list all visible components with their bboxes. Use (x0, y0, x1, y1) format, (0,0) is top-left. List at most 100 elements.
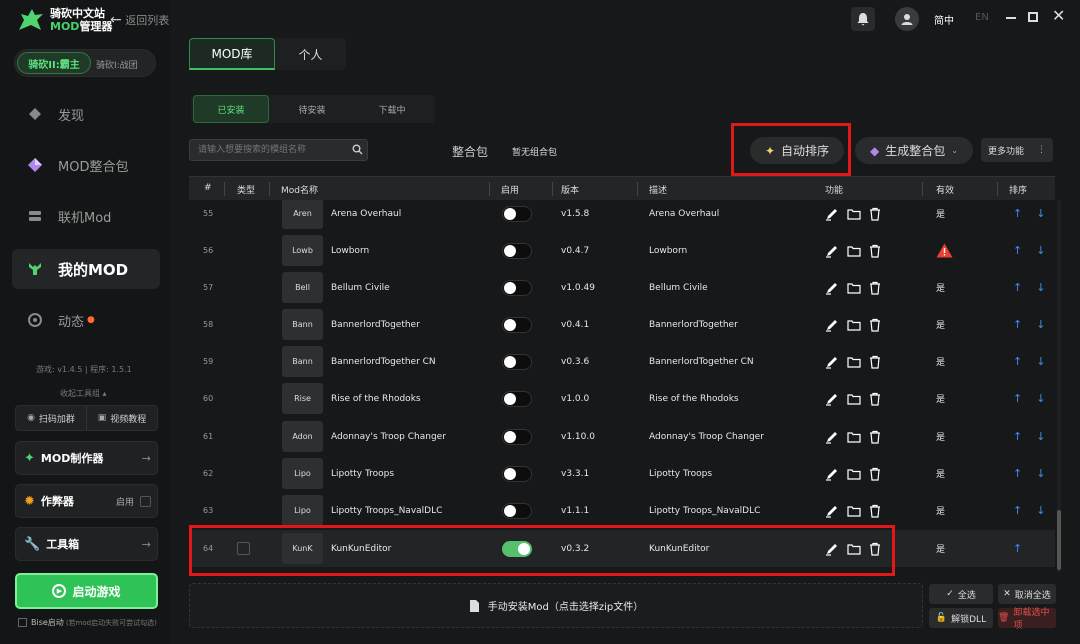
enable-toggle[interactable] (502, 280, 532, 296)
maximize-button[interactable] (1028, 12, 1038, 22)
enable-toggle[interactable] (502, 429, 532, 445)
video-tutorial-button[interactable]: ▣ 视频教程 (87, 406, 157, 430)
arrow-up-icon[interactable]: ↑ (1013, 504, 1022, 517)
table-row[interactable]: 63 Lipo Lipotty Troops_NavalDLC v1.1.1 Lipot… (189, 492, 1055, 529)
more-functions-button[interactable]: 更多功能 ⋮ (981, 138, 1053, 162)
table-row[interactable]: 61 Adon Adonnay's Troop Changer v1.10.0 Adon… (189, 418, 1055, 455)
arrow-up-icon[interactable]: ↑ (1013, 392, 1022, 405)
trash-icon[interactable] (869, 430, 881, 444)
folder-icon[interactable] (847, 431, 861, 443)
arrow-down-icon[interactable]: ↓ (1036, 281, 1045, 294)
table-row[interactable]: 55 Aren Arena Overhaul v1.5.8 Arena Overhaul… (189, 200, 1055, 232)
launch-game-button[interactable]: ▶ 启动游戏 (15, 573, 158, 609)
edit-icon[interactable] (825, 504, 839, 518)
arrow-up-icon[interactable]: ↑ (1013, 207, 1022, 220)
table-row[interactable]: 56 Lowb Lowborn v0.4.7 Lowborn ↑ ↓ (189, 232, 1055, 269)
table-row[interactable]: 59 Bann BannerlordTogether CN v0.3.6 Bannerl… (189, 343, 1055, 380)
folder-icon[interactable] (847, 468, 861, 480)
table-row[interactable]: 58 Bann BannerlordTogether v0.4.1 Bannerlord… (189, 306, 1055, 343)
cheat-enable-checkbox[interactable] (140, 495, 151, 507)
folder-icon[interactable] (847, 319, 861, 331)
arrow-up-icon[interactable]: ↑ (1013, 244, 1022, 257)
lang-zh[interactable]: 简中 (934, 12, 954, 27)
trash-icon[interactable] (869, 467, 881, 481)
user-avatar[interactable] (895, 7, 919, 31)
minimize-button[interactable] (1006, 17, 1016, 19)
nav-online-mod[interactable]: 联机Mod (12, 196, 160, 236)
edit-icon[interactable] (825, 467, 839, 481)
enable-toggle[interactable] (502, 354, 532, 370)
enable-toggle[interactable] (502, 466, 532, 482)
arrow-down-icon[interactable]: ↓ (1036, 244, 1045, 257)
subtab-pending[interactable]: 待安装 (274, 95, 350, 123)
trash-icon[interactable] (869, 392, 881, 406)
search-input[interactable] (189, 139, 368, 161)
bise-launch-option[interactable]: Bise启动 (若mod启动失败可尝试勾选) (18, 617, 157, 628)
trash-icon[interactable] (869, 281, 881, 295)
edit-icon[interactable] (825, 281, 839, 295)
table-row[interactable]: 60 Rise Rise of the Rhodoks v1.0.0 Rise of t… (189, 380, 1055, 417)
enable-toggle[interactable] (502, 503, 532, 519)
edit-icon[interactable] (825, 318, 839, 332)
toolbox-card[interactable]: 🔧 工具箱 → (15, 527, 158, 561)
table-row[interactable]: 57 Bell Bellum Civile v1.0.49 Bellum Civile 是… (189, 269, 1055, 306)
notification-button[interactable] (851, 7, 875, 31)
deselect-all-button[interactable]: ✕ 取消全选 (998, 584, 1056, 604)
manual-install-dropzone[interactable]: 手动安装Mod（点击选择zip文件） (189, 583, 923, 628)
folder-icon[interactable] (847, 208, 861, 220)
lang-en[interactable]: EN (975, 12, 989, 23)
edit-icon[interactable] (825, 244, 839, 258)
tab-personal[interactable]: 个人 (275, 38, 346, 70)
game-warband-tab[interactable]: 骑砍I:战团 (96, 58, 138, 71)
scrollbar-thumb[interactable] (1057, 510, 1061, 570)
enable-toggle[interactable] (502, 317, 532, 333)
close-icon[interactable]: ✕ (1052, 6, 1065, 25)
generate-pack-button[interactable]: ◆ 生成整合包 ⌄ (855, 137, 973, 164)
arrow-down-icon[interactable]: ↓ (1036, 355, 1045, 368)
subtab-downloading[interactable]: 下载中 (354, 95, 430, 123)
collapse-tools-button[interactable]: 收起工具组 ▴ (60, 388, 107, 399)
arrow-down-icon[interactable]: ↓ (1036, 318, 1045, 331)
scan-group-button[interactable]: ◉ 扫码加群 (16, 406, 87, 430)
folder-icon[interactable] (847, 356, 861, 368)
arrow-up-icon[interactable]: ↑ (1013, 467, 1022, 480)
pack-value[interactable]: 暂无组合包 (512, 145, 557, 158)
trash-icon[interactable] (869, 504, 881, 518)
arrow-down-icon[interactable]: ↓ (1036, 392, 1045, 405)
trash-icon[interactable] (869, 318, 881, 332)
enable-toggle[interactable] (502, 243, 532, 259)
edit-icon[interactable] (825, 355, 839, 369)
trash-icon[interactable] (869, 207, 881, 221)
bise-checkbox[interactable] (18, 618, 27, 627)
arrow-up-icon[interactable]: ↑ (1013, 355, 1022, 368)
edit-icon[interactable] (825, 207, 839, 221)
arrow-up-icon[interactable]: ↑ (1013, 281, 1022, 294)
tab-mod-library[interactable]: MOD库 (189, 38, 275, 70)
arrow-up-icon[interactable]: ↑ (1013, 542, 1022, 555)
select-all-button[interactable]: ✓ 全选 (929, 584, 993, 604)
folder-icon[interactable] (847, 245, 861, 257)
trash-icon[interactable] (869, 355, 881, 369)
folder-icon[interactable] (847, 393, 861, 405)
edit-icon[interactable] (825, 392, 839, 406)
arrow-down-icon[interactable]: ↓ (1036, 207, 1045, 220)
edit-icon[interactable] (825, 430, 839, 444)
nav-mod-pack[interactable]: MOD整合包 (12, 145, 160, 185)
arrow-up-icon[interactable]: ↑ (1013, 318, 1022, 331)
arrow-down-icon[interactable]: ↓ (1036, 504, 1045, 517)
nav-discover[interactable]: 发现 (12, 94, 160, 134)
mod-maker-card[interactable]: ✦ MOD制作器 → (15, 441, 158, 475)
arrow-down-icon[interactable]: ↓ (1036, 467, 1045, 480)
folder-icon[interactable] (847, 282, 861, 294)
game-bannerlord-tab[interactable]: 骑砍II:霸主 (17, 52, 91, 74)
unlock-dll-button[interactable]: 🔓 解锁DLL (929, 608, 993, 628)
table-row[interactable]: 62 Lipo Lipotty Troops v3.3.1 Lipotty Troops… (189, 455, 1055, 492)
arrow-down-icon[interactable]: ↓ (1036, 430, 1045, 443)
uninstall-selected-button[interactable]: 🗑 卸载选中项 (998, 608, 1056, 631)
back-to-list-button[interactable]: ← 返回列表 (110, 12, 169, 28)
nav-feed[interactable]: 动态 ● (12, 300, 160, 340)
folder-icon[interactable] (847, 505, 861, 517)
nav-my-mod[interactable]: 我的MOD (12, 249, 160, 289)
trash-icon[interactable] (869, 244, 881, 258)
subtab-installed[interactable]: 已安装 (193, 95, 269, 123)
